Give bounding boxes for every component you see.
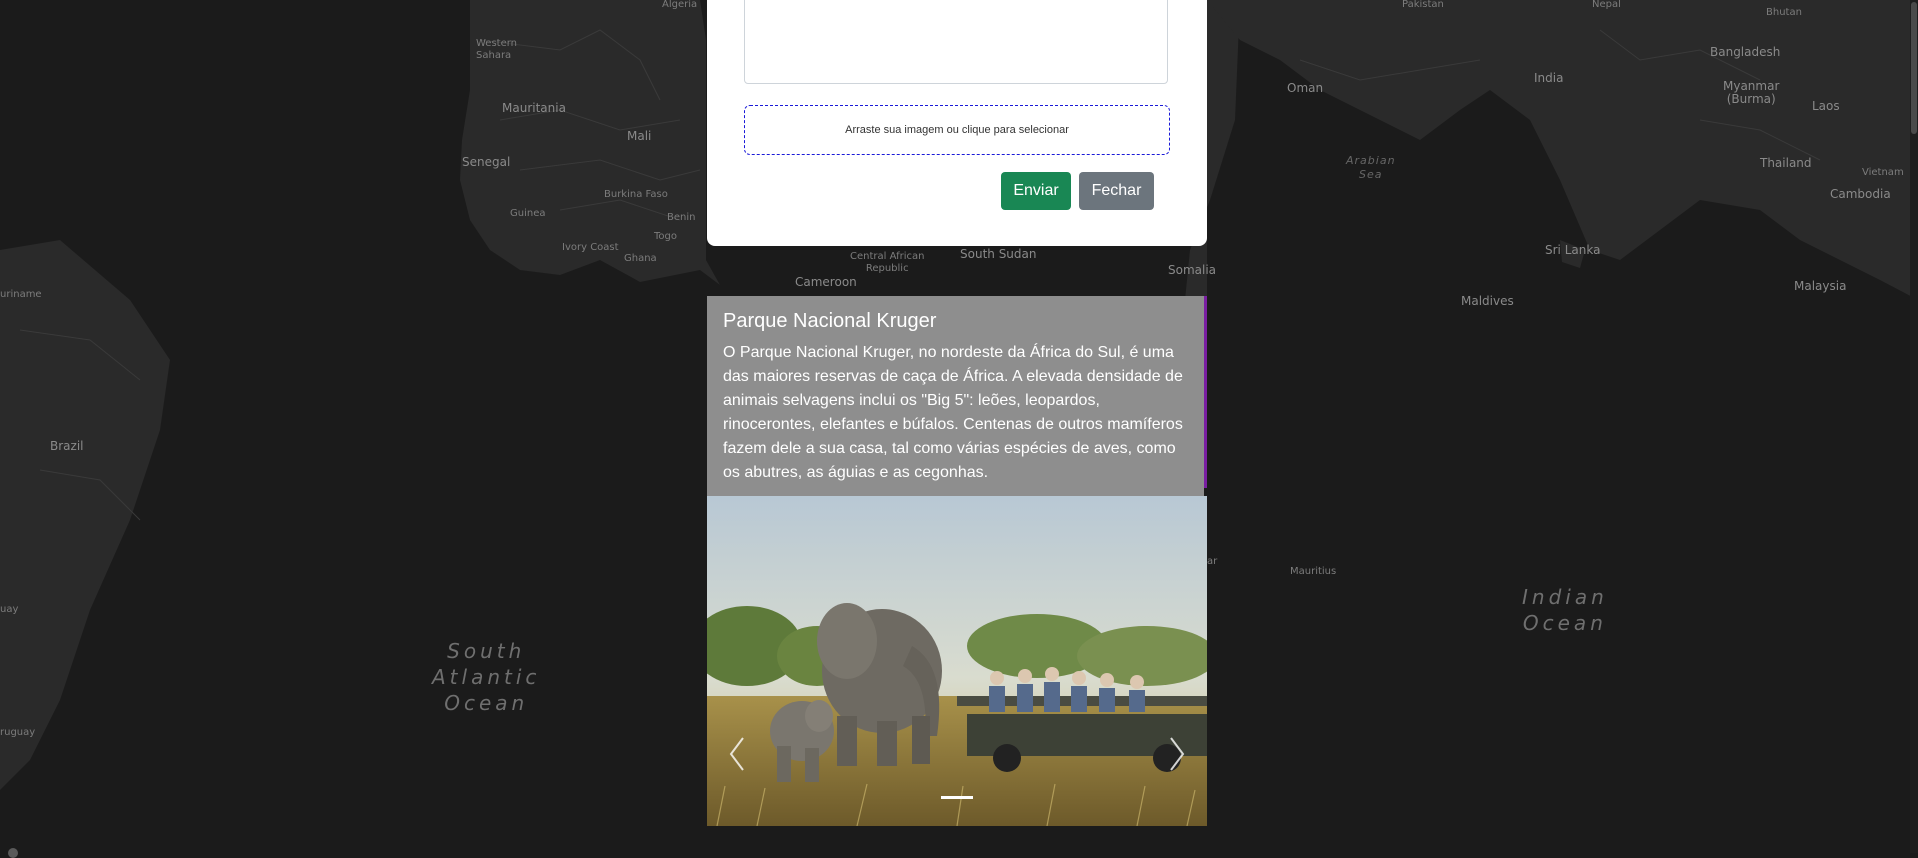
map-label-maldives: Maldives	[1461, 294, 1514, 308]
map-label-paraguay: uay	[0, 604, 19, 615]
map-label-south-atlantic-ocean: South Atlantic Ocean	[432, 639, 541, 715]
map-label-guinea: Guinea	[510, 208, 546, 219]
map-label-thailand: Thailand	[1760, 156, 1812, 170]
map-label-cameroon: Cameroon	[795, 275, 857, 289]
map-label-mali: Mali	[627, 129, 652, 143]
carousel-indicator-active[interactable]	[941, 796, 973, 799]
map-label-mauritius: Mauritius	[1290, 566, 1337, 577]
map-label-somalia: Somalia	[1168, 263, 1217, 277]
scrollbar-thumb[interactable]	[1911, 2, 1917, 134]
map-label-india: India	[1534, 71, 1564, 85]
dropzone-label: Arraste sua imagem ou clique para seleci…	[845, 124, 1069, 136]
map-label-burkina-faso: Burkina Faso	[604, 189, 668, 200]
description-textarea[interactable]	[744, 0, 1168, 84]
image-dropzone[interactable]: Arraste sua imagem ou clique para seleci…	[744, 105, 1170, 155]
map-label-pakistan: Pakistan	[1402, 0, 1444, 10]
park-card: Parque Nacional Kruger O Parque Nacional…	[707, 296, 1207, 826]
map-attribution-icon	[8, 848, 18, 858]
map-label-algeria: Algeria	[662, 0, 698, 10]
map-label-sri-lanka: Sri Lanka	[1545, 243, 1601, 257]
map-label-malaysia: Malaysia	[1794, 279, 1847, 293]
map-label-madagascar-fragment: ar	[1207, 556, 1218, 567]
map-label-ivory-coast: Ivory Coast	[562, 242, 619, 253]
page-scrollbar[interactable]	[1910, 0, 1918, 853]
map-label-uruguay: ruguay	[0, 727, 36, 738]
map-label-arabian-sea: Arabian Sea	[1346, 154, 1396, 181]
map-label-bangladesh: Bangladesh	[1710, 45, 1781, 59]
card-title: Parque Nacional Kruger	[723, 310, 937, 332]
map-label-nepal: Nepal	[1592, 0, 1621, 10]
upload-form-modal: Arraste sua imagem ou clique para seleci…	[707, 0, 1207, 246]
map-label-vietnam: Vietnam	[1862, 167, 1904, 178]
map-label-ghana: Ghana	[624, 253, 657, 264]
chevron-right-icon[interactable]	[1167, 734, 1187, 774]
card-description: O Parque Nacional Kruger, no nordeste da…	[723, 344, 1183, 481]
map-label-myanmar: Myanmar (Burma)	[1723, 79, 1780, 106]
map-label-indian-ocean: Indian Ocean	[1522, 585, 1608, 635]
chevron-left-icon[interactable]	[727, 734, 747, 774]
card-accent-bar	[1204, 296, 1207, 488]
map-label-bhutan: Bhutan	[1766, 7, 1802, 18]
map-label-laos: Laos	[1812, 99, 1840, 113]
map-label-togo: Togo	[654, 231, 677, 242]
map-label-senegal: Senegal	[462, 155, 511, 169]
map-label-suriname: uriname	[0, 289, 42, 300]
send-button[interactable]: Enviar	[1001, 172, 1071, 210]
map-label-brazil: Brazil	[50, 439, 84, 453]
close-button[interactable]: Fechar	[1079, 172, 1154, 210]
map-label-south-sudan: South Sudan	[960, 247, 1037, 261]
kruger-elephant-photo	[707, 496, 1207, 826]
card-caption: Parque Nacional Kruger O Parque Nacional…	[707, 296, 1204, 496]
map-label-central-african-republic: Central African Republic	[850, 251, 925, 274]
map-label-mauritania: Mauritania	[502, 101, 566, 115]
map-label-oman: Oman	[1287, 81, 1324, 95]
map-label-cambodia: Cambodia	[1830, 187, 1891, 201]
map-label-benin: Benin	[667, 212, 696, 223]
map-label-western-sahara: Western Sahara	[476, 38, 518, 61]
